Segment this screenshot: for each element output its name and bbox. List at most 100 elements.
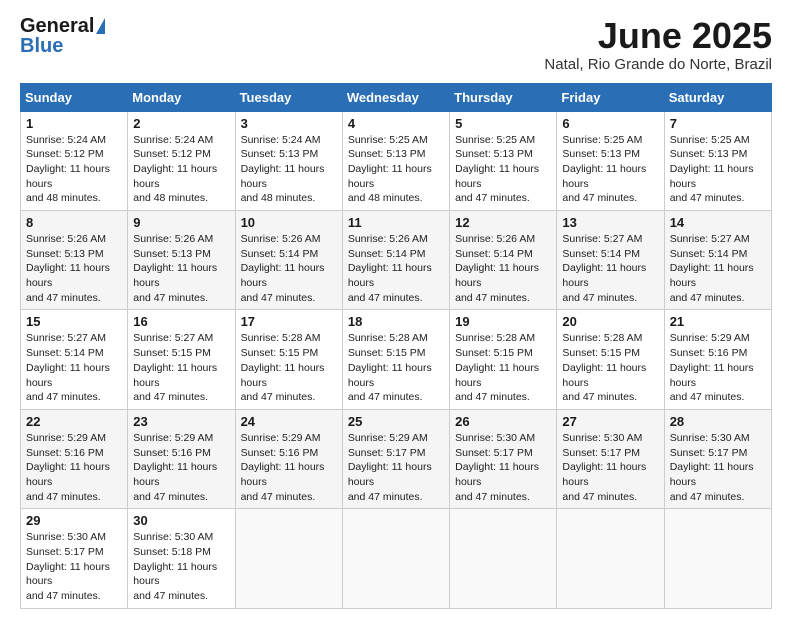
sunrise-label: Sunrise: 5:28 AM — [562, 332, 642, 344]
daylight-label: Daylight: 11 hours hours — [241, 163, 325, 190]
week-row-5: 29 Sunrise: 5:30 AM Sunset: 5:17 PM Dayl… — [21, 509, 772, 608]
daylight-cont: and 47 minutes. — [26, 391, 101, 403]
sunrise-label: Sunrise: 5:27 AM — [562, 233, 642, 245]
daylight-cont: and 47 minutes. — [348, 391, 423, 403]
calendar-table: Sunday Monday Tuesday Wednesday Thursday… — [20, 83, 772, 609]
calendar-cell: 11 Sunrise: 5:26 AM Sunset: 5:14 PM Dayl… — [342, 211, 449, 310]
day-number: 6 — [562, 116, 658, 131]
day-info: Sunrise: 5:24 AM Sunset: 5:13 PM Dayligh… — [241, 133, 337, 206]
day-number: 16 — [133, 314, 229, 329]
day-number: 1 — [26, 116, 122, 131]
daylight-cont: and 47 minutes. — [670, 292, 745, 304]
day-info: Sunrise: 5:26 AM Sunset: 5:14 PM Dayligh… — [241, 232, 337, 305]
sunrise-label: Sunrise: 5:28 AM — [241, 332, 321, 344]
week-row-2: 8 Sunrise: 5:26 AM Sunset: 5:13 PM Dayli… — [21, 211, 772, 310]
sunset-label: Sunset: 5:17 PM — [455, 447, 533, 459]
sunset-label: Sunset: 5:15 PM — [348, 347, 426, 359]
sunrise-label: Sunrise: 5:25 AM — [562, 134, 642, 146]
daylight-cont: and 47 minutes. — [562, 391, 637, 403]
day-number: 5 — [455, 116, 551, 131]
sunset-label: Sunset: 5:13 PM — [348, 148, 426, 160]
sunset-label: Sunset: 5:14 PM — [562, 248, 640, 260]
daylight-cont: and 47 minutes. — [241, 292, 316, 304]
calendar-cell: 17 Sunrise: 5:28 AM Sunset: 5:15 PM Dayl… — [235, 310, 342, 409]
daylight-label: Daylight: 11 hours hours — [455, 163, 539, 190]
month-title: June 2025 — [544, 16, 772, 56]
daylight-label: Daylight: 11 hours hours — [348, 163, 432, 190]
sunset-label: Sunset: 5:13 PM — [670, 148, 748, 160]
day-info: Sunrise: 5:30 AM Sunset: 5:17 PM Dayligh… — [670, 431, 766, 504]
sunrise-label: Sunrise: 5:24 AM — [241, 134, 321, 146]
calendar-cell — [557, 509, 664, 608]
sunrise-label: Sunrise: 5:30 AM — [562, 432, 642, 444]
week-row-1: 1 Sunrise: 5:24 AM Sunset: 5:12 PM Dayli… — [21, 111, 772, 210]
sunset-label: Sunset: 5:17 PM — [670, 447, 748, 459]
day-number: 17 — [241, 314, 337, 329]
calendar-cell: 5 Sunrise: 5:25 AM Sunset: 5:13 PM Dayli… — [450, 111, 557, 210]
day-info: Sunrise: 5:30 AM Sunset: 5:18 PM Dayligh… — [133, 530, 229, 603]
day-number: 8 — [26, 215, 122, 230]
daylight-label: Daylight: 11 hours hours — [133, 461, 217, 488]
sunrise-label: Sunrise: 5:30 AM — [133, 531, 213, 543]
daylight-cont: and 47 minutes. — [670, 491, 745, 503]
calendar-cell: 1 Sunrise: 5:24 AM Sunset: 5:12 PM Dayli… — [21, 111, 128, 210]
day-info: Sunrise: 5:28 AM Sunset: 5:15 PM Dayligh… — [455, 331, 551, 404]
calendar-cell: 21 Sunrise: 5:29 AM Sunset: 5:16 PM Dayl… — [664, 310, 771, 409]
calendar-cell: 30 Sunrise: 5:30 AM Sunset: 5:18 PM Dayl… — [128, 509, 235, 608]
calendar-cell — [235, 509, 342, 608]
daylight-label: Daylight: 11 hours hours — [670, 163, 754, 190]
daylight-cont: and 48 minutes. — [241, 192, 316, 204]
sunrise-label: Sunrise: 5:27 AM — [670, 233, 750, 245]
sunset-label: Sunset: 5:17 PM — [26, 546, 104, 558]
day-number: 14 — [670, 215, 766, 230]
day-info: Sunrise: 5:29 AM Sunset: 5:16 PM Dayligh… — [26, 431, 122, 504]
sunrise-label: Sunrise: 5:24 AM — [133, 134, 213, 146]
sunrise-label: Sunrise: 5:26 AM — [133, 233, 213, 245]
day-number: 29 — [26, 513, 122, 528]
day-number: 21 — [670, 314, 766, 329]
sunrise-label: Sunrise: 5:29 AM — [133, 432, 213, 444]
calendar-cell: 9 Sunrise: 5:26 AM Sunset: 5:13 PM Dayli… — [128, 211, 235, 310]
week-row-3: 15 Sunrise: 5:27 AM Sunset: 5:14 PM Dayl… — [21, 310, 772, 409]
sunrise-label: Sunrise: 5:27 AM — [26, 332, 106, 344]
daylight-cont: and 47 minutes. — [26, 292, 101, 304]
day-info: Sunrise: 5:27 AM Sunset: 5:15 PM Dayligh… — [133, 331, 229, 404]
sunset-label: Sunset: 5:17 PM — [562, 447, 640, 459]
day-info: Sunrise: 5:30 AM Sunset: 5:17 PM Dayligh… — [26, 530, 122, 603]
day-info: Sunrise: 5:26 AM Sunset: 5:13 PM Dayligh… — [26, 232, 122, 305]
calendar-cell: 27 Sunrise: 5:30 AM Sunset: 5:17 PM Dayl… — [557, 409, 664, 508]
day-info: Sunrise: 5:29 AM Sunset: 5:16 PM Dayligh… — [670, 331, 766, 404]
calendar-cell: 6 Sunrise: 5:25 AM Sunset: 5:13 PM Dayli… — [557, 111, 664, 210]
day-number: 25 — [348, 414, 444, 429]
calendar-cell — [664, 509, 771, 608]
day-number: 22 — [26, 414, 122, 429]
daylight-label: Daylight: 11 hours hours — [348, 262, 432, 289]
sunset-label: Sunset: 5:15 PM — [241, 347, 319, 359]
daylight-label: Daylight: 11 hours hours — [670, 362, 754, 389]
day-number: 27 — [562, 414, 658, 429]
daylight-label: Daylight: 11 hours hours — [133, 561, 217, 588]
sunset-label: Sunset: 5:13 PM — [133, 248, 211, 260]
day-info: Sunrise: 5:26 AM Sunset: 5:14 PM Dayligh… — [348, 232, 444, 305]
daylight-label: Daylight: 11 hours hours — [348, 362, 432, 389]
day-info: Sunrise: 5:25 AM Sunset: 5:13 PM Dayligh… — [562, 133, 658, 206]
sunset-label: Sunset: 5:14 PM — [241, 248, 319, 260]
daylight-cont: and 47 minutes. — [562, 491, 637, 503]
day-number: 3 — [241, 116, 337, 131]
day-number: 9 — [133, 215, 229, 230]
daylight-label: Daylight: 11 hours hours — [241, 461, 325, 488]
daylight-label: Daylight: 11 hours hours — [455, 362, 539, 389]
daylight-label: Daylight: 11 hours hours — [455, 461, 539, 488]
calendar-cell: 7 Sunrise: 5:25 AM Sunset: 5:13 PM Dayli… — [664, 111, 771, 210]
day-info: Sunrise: 5:29 AM Sunset: 5:16 PM Dayligh… — [133, 431, 229, 504]
sunset-label: Sunset: 5:13 PM — [26, 248, 104, 260]
sunset-label: Sunset: 5:13 PM — [562, 148, 640, 160]
sunrise-label: Sunrise: 5:29 AM — [241, 432, 321, 444]
col-friday: Friday — [557, 83, 664, 111]
daylight-cont: and 47 minutes. — [133, 590, 208, 602]
sunset-label: Sunset: 5:14 PM — [670, 248, 748, 260]
calendar-cell: 20 Sunrise: 5:28 AM Sunset: 5:15 PM Dayl… — [557, 310, 664, 409]
calendar-cell: 8 Sunrise: 5:26 AM Sunset: 5:13 PM Dayli… — [21, 211, 128, 310]
col-wednesday: Wednesday — [342, 83, 449, 111]
daylight-label: Daylight: 11 hours hours — [26, 262, 110, 289]
